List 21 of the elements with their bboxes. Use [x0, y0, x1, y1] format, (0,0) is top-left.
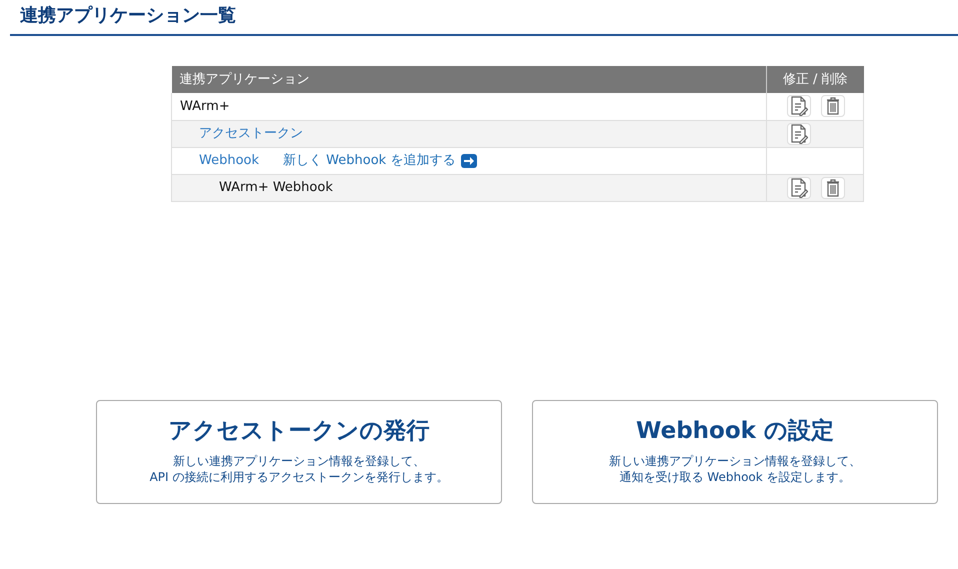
app-link[interactable]: Webhook: [199, 150, 260, 170]
card-title: Webhook の設定: [636, 416, 834, 446]
delete-button[interactable]: [821, 95, 845, 118]
column-header: 連携アプリケーション: [172, 66, 766, 93]
page-title: 連携アプリケーション一覧: [20, 4, 237, 28]
delete-button[interactable]: [821, 176, 845, 198]
card-description-line: 新しい連携アプリケーション情報を登録して、: [173, 452, 425, 468]
card-description-line: 通知を受け取る Webhook を設定します。: [619, 468, 851, 484]
add-webhook-link[interactable]: 新しく Webhook を追加する: [283, 150, 456, 170]
action-card[interactable]: アクセストークンの発行 新しい連携アプリケーション情報を登録して、 API の接続に利用するアクセストークンを発行します。: [96, 400, 502, 504]
arrow-right-icon[interactable]: [461, 154, 478, 168]
app-name: WArm+: [180, 98, 230, 116]
trash-icon[interactable]: [826, 97, 840, 116]
trash-icon[interactable]: [826, 178, 840, 196]
webhook-name: WArm+ Webhook: [219, 178, 333, 197]
card-description-line: API の接続に利用するアクセストークンを発行します。: [150, 468, 448, 484]
column-header: 修正 / 削除: [766, 66, 864, 93]
app-link[interactable]: アクセストークン: [199, 124, 303, 144]
card-title: アクセストークンの発行: [168, 416, 430, 446]
card-description-line: 新しい連携アプリケーション情報を登録して、: [609, 452, 861, 468]
action-card[interactable]: Webhook の設定 新しい連携アプリケーション情報を登録して、 通知を受け取る Webhook を設定します。: [532, 400, 938, 504]
